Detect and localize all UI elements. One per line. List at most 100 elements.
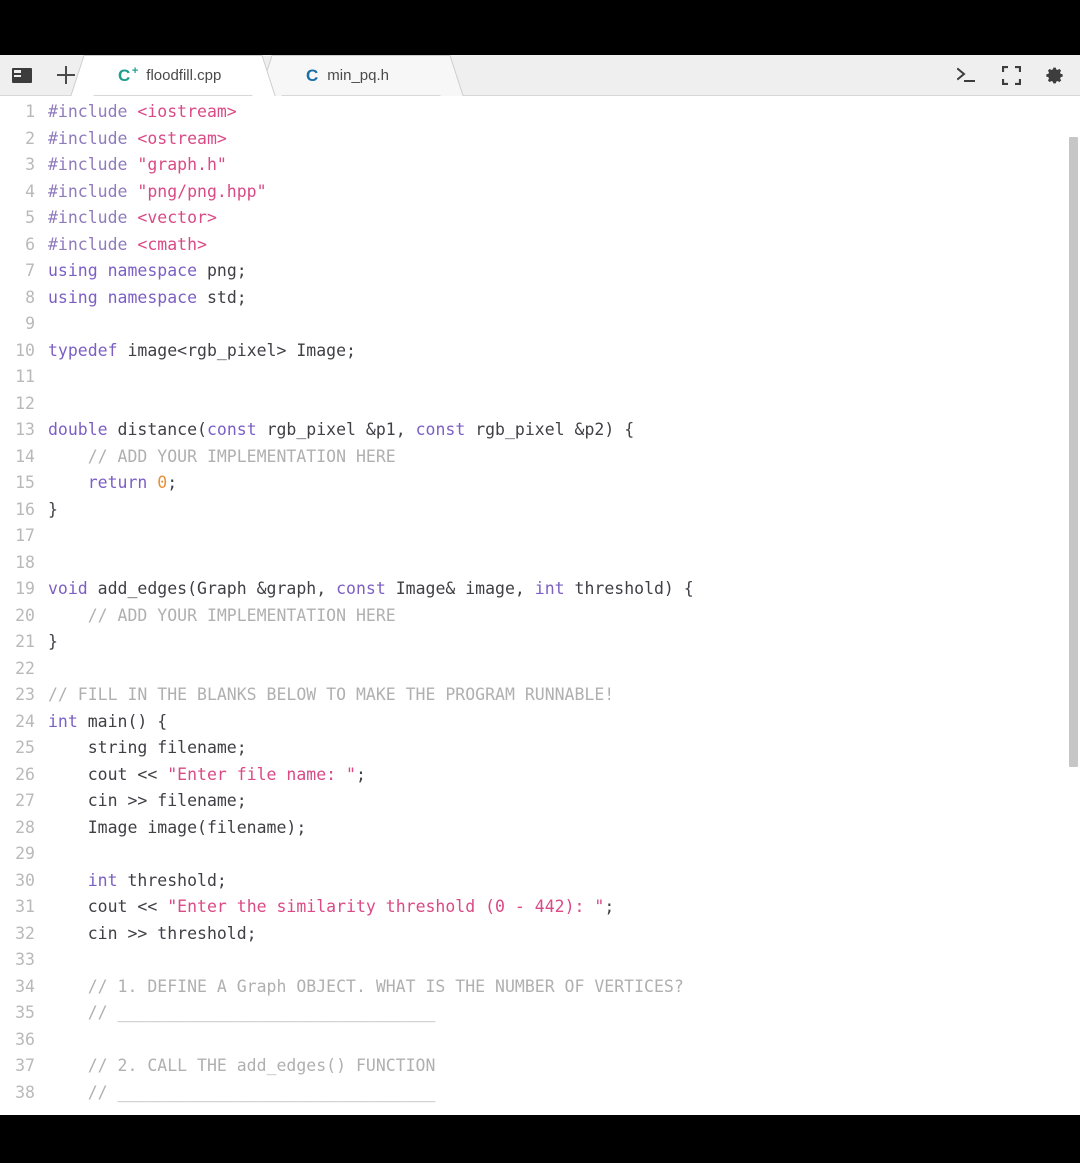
code-token: <vector> xyxy=(137,208,217,227)
line-text: cin >> threshold; xyxy=(48,921,257,948)
code-token: rgb_pixel &p2) { xyxy=(475,420,635,439)
code-token: #include xyxy=(48,155,138,174)
tab-bar-right-controls xyxy=(956,55,1066,95)
code-line: 36 xyxy=(0,1027,1080,1054)
fullscreen-icon xyxy=(1001,65,1021,85)
code-editor-window: C floodfill.cpp C min_pq.h xyxy=(0,55,1080,1115)
code-token: } xyxy=(48,499,58,519)
code-token: #include xyxy=(48,102,138,121)
line-text: // ________________________________ xyxy=(48,1080,436,1107)
terminal-icon xyxy=(957,67,975,82)
line-number: 38 xyxy=(15,1082,35,1102)
tab-floodfill-cpp[interactable]: C floodfill.cpp xyxy=(70,55,276,96)
code-token: cout << xyxy=(48,764,168,784)
line-number: 17 xyxy=(15,526,35,545)
line-number: 26 xyxy=(15,764,35,784)
code-token: "Enter the similarity threshold (0 - 442… xyxy=(167,897,605,916)
code-line: 22 xyxy=(0,656,1080,683)
line-number: 34 xyxy=(15,976,35,996)
code-token: const xyxy=(415,420,476,439)
code-token: #include xyxy=(48,181,138,201)
code-token: int xyxy=(534,579,575,598)
line-number: 3 xyxy=(25,155,35,174)
line-text: // 2. CALL THE add_edges() FUNCTION xyxy=(48,1053,436,1080)
code-token: <ostream> xyxy=(137,128,227,148)
code-line: 29 xyxy=(0,841,1080,868)
editor-scrollbar[interactable] xyxy=(1067,137,1080,1115)
terminal-button[interactable] xyxy=(956,64,978,86)
line-number: 22 xyxy=(15,658,35,678)
line-text: cout << "Enter file name: "; xyxy=(48,762,366,789)
code-token: std; xyxy=(206,287,247,307)
code-token: cin >> threshold; xyxy=(48,923,257,943)
code-line: 4 #include "png/png.hpp" xyxy=(0,179,1080,206)
tab-label: min_pq.h xyxy=(327,66,389,84)
line-number: 1 xyxy=(25,102,35,121)
code-token: "graph.h" xyxy=(137,155,227,174)
line-number: 15 xyxy=(15,473,35,492)
line-text: // ________________________________ xyxy=(48,1000,436,1027)
code-line: 31 cout << "Enter the similarity thresho… xyxy=(0,894,1080,921)
line-number: 8 xyxy=(25,287,35,307)
letterbox-bottom xyxy=(0,1115,1080,1163)
line-number: 7 xyxy=(25,261,35,280)
code-content[interactable]: 1 #include <iostream> 2 #include <ostream> 3… xyxy=(0,96,1080,1106)
line-number: 13 xyxy=(15,420,35,439)
settings-button[interactable] xyxy=(1044,64,1066,86)
code-token: "png/png.hpp" xyxy=(137,181,267,201)
code-line: 19 void add_edges(Graph &graph, const Ima… xyxy=(0,576,1080,603)
code-token: void xyxy=(48,579,98,598)
code-line: 10 typedef image<rgb_pixel> Image; xyxy=(0,338,1080,365)
code-editor-area[interactable]: 1 #include <iostream> 2 #include <ostream> 3… xyxy=(0,96,1080,1115)
line-number: 16 xyxy=(15,499,35,519)
code-token: <iostream> xyxy=(137,102,237,121)
code-line: 25 string filename; xyxy=(0,735,1080,762)
code-line: 30 int threshold; xyxy=(0,868,1080,895)
code-line: 13 double distance(const rgb_pixel &p1, c… xyxy=(0,417,1080,444)
code-line: 3 #include "graph.h" xyxy=(0,152,1080,179)
code-token: const xyxy=(206,420,267,439)
code-line: 14 // ADD YOUR IMPLEMENTATION HERE xyxy=(0,444,1080,471)
plus-icon xyxy=(57,66,75,84)
code-line: 26 cout << "Enter file name: "; xyxy=(0,762,1080,789)
line-number: 5 xyxy=(25,208,35,227)
code-line: 23 // FILL IN THE BLANKS BELOW TO MAKE TH… xyxy=(0,682,1080,709)
code-token: // ADD YOUR IMPLEMENTATION HERE xyxy=(48,446,396,466)
line-text: // FILL IN THE BLANKS BELOW TO MAKE THE … xyxy=(48,682,614,709)
code-line: 1 #include <iostream> xyxy=(0,99,1080,126)
code-token: // 2. CALL THE add_edges() FUNCTION xyxy=(48,1056,436,1075)
code-token: #include xyxy=(48,128,138,148)
tab-min-pq-h[interactable]: C min_pq.h xyxy=(258,55,464,96)
tab-list: C floodfill.cpp C min_pq.h xyxy=(70,55,464,96)
code-line: 38 // ________________________________ xyxy=(0,1080,1080,1107)
gear-icon xyxy=(1045,67,1063,83)
fullscreen-button[interactable] xyxy=(1000,64,1022,86)
scrollbar-thumb[interactable] xyxy=(1069,137,1078,767)
code-token: cout << xyxy=(48,897,168,916)
tab-label: floodfill.cpp xyxy=(146,66,222,84)
screen: C floodfill.cpp C min_pq.h xyxy=(0,0,1080,1163)
code-line: 32 cin >> threshold; xyxy=(0,921,1080,948)
code-token: "Enter file name: " xyxy=(167,764,356,784)
line-text: // ADD YOUR IMPLEMENTATION HERE xyxy=(48,444,396,471)
line-number: 29 xyxy=(15,844,35,863)
code-token: } xyxy=(48,632,58,651)
line-number: 6 xyxy=(25,234,35,254)
line-number: 28 xyxy=(15,817,35,837)
code-token: Image image(filename); xyxy=(48,817,307,837)
line-number: 31 xyxy=(15,897,35,916)
code-token: int xyxy=(87,870,128,890)
code-line: 18 xyxy=(0,550,1080,577)
panel-toggle-button[interactable] xyxy=(0,55,44,95)
line-number: 23 xyxy=(15,685,35,704)
code-token: png; xyxy=(206,261,247,280)
cpp-file-icon: C xyxy=(118,66,139,84)
line-number: 9 xyxy=(25,314,35,333)
line-text: double distance(const rgb_pixel &p1, con… xyxy=(48,417,634,444)
code-token: using namespace xyxy=(48,261,207,280)
code-line: 5 #include <vector> xyxy=(0,205,1080,232)
panel-icon xyxy=(12,67,32,83)
tab-bar: C floodfill.cpp C min_pq.h xyxy=(0,55,1080,96)
line-text: } xyxy=(48,497,58,524)
